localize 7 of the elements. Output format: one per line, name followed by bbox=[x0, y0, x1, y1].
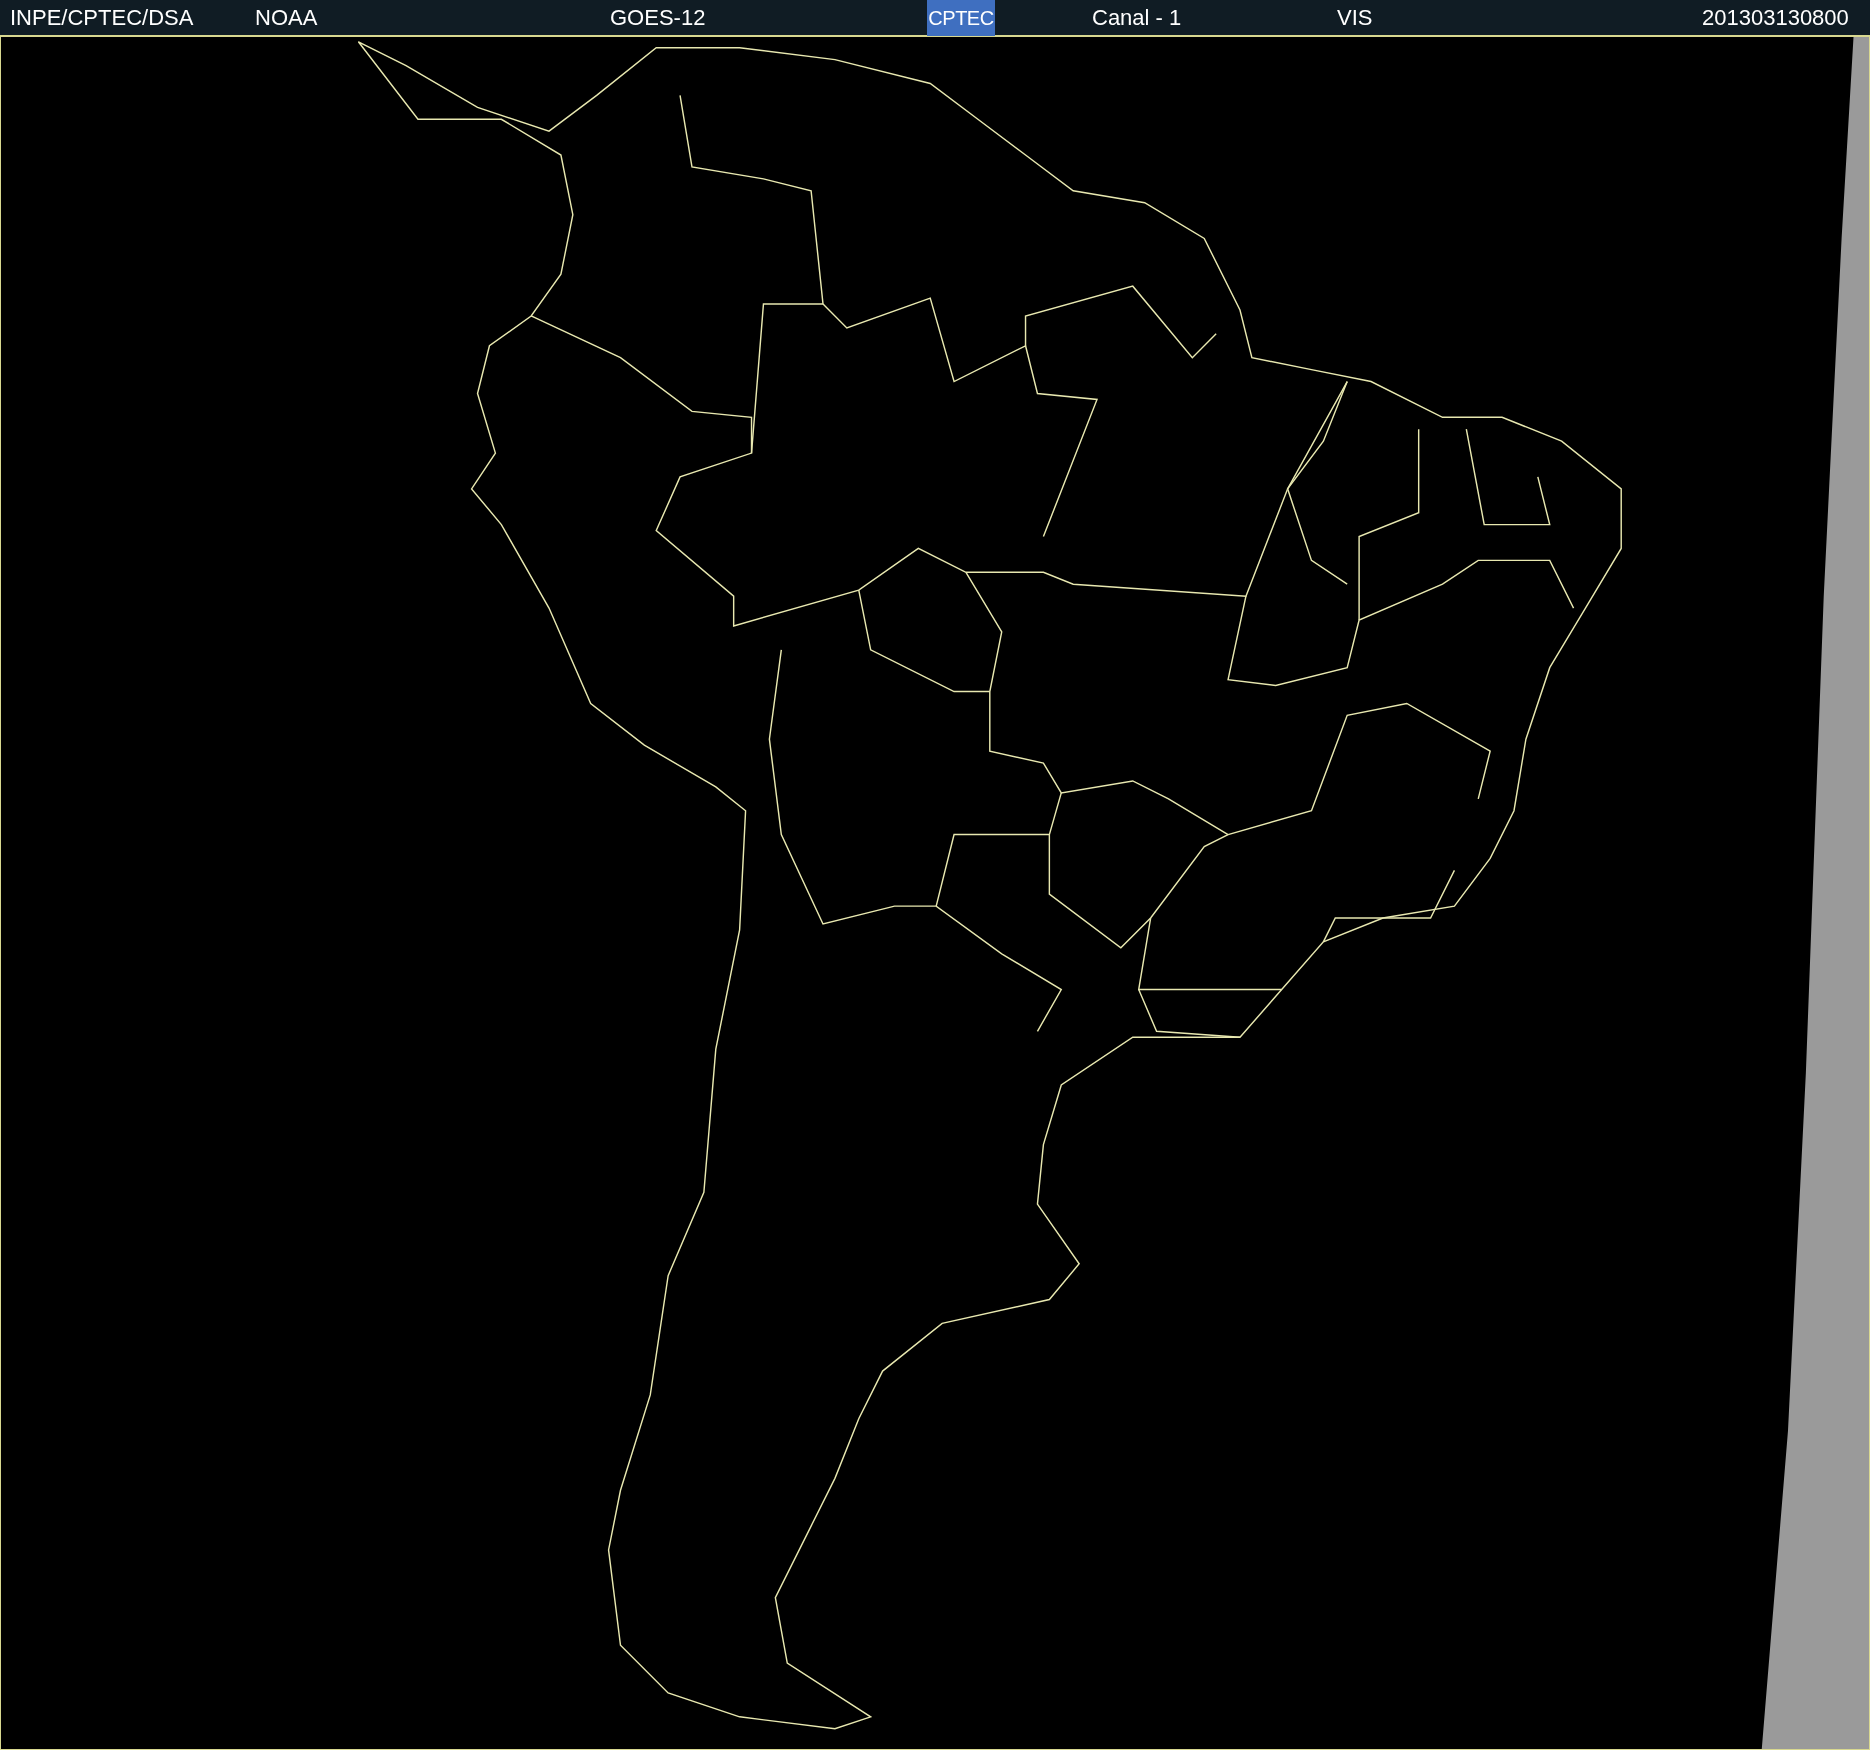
header-label: Canal - 1 bbox=[1092, 5, 1182, 30]
header-label: GOES-12 bbox=[610, 5, 706, 30]
header-label: INPE/CPTEC/DSA bbox=[10, 5, 194, 30]
header-label: NOAA bbox=[255, 5, 318, 30]
cptec-logo: CPTEC bbox=[927, 0, 995, 36]
header-label: VIS bbox=[1337, 5, 1373, 30]
header-label: 201303130800 bbox=[1702, 5, 1849, 30]
